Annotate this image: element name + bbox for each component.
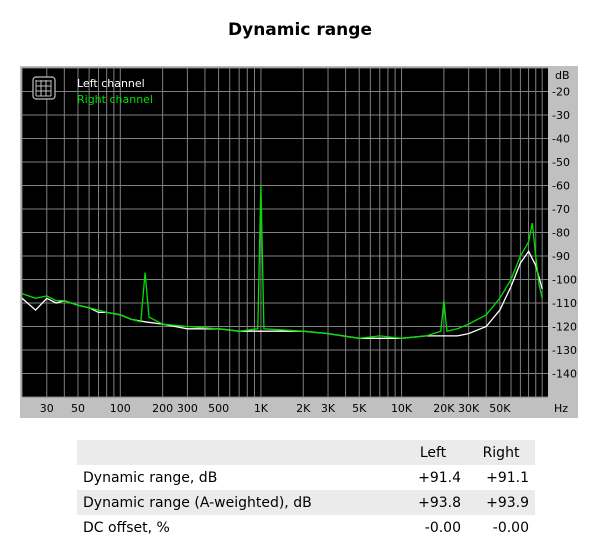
legend-grid-icon (32, 76, 56, 100)
y-axis-unit: dB (555, 69, 570, 82)
row-value-left: -0.00 (424, 519, 461, 536)
table-header-right: Right (482, 444, 520, 461)
x-tick-label: 20K (433, 402, 455, 415)
y-tick-label: -140 (552, 368, 577, 381)
x-tick-label: 30 (40, 402, 54, 415)
y-tick-label: -20 (552, 86, 570, 99)
y-tick-label: -50 (552, 156, 570, 169)
x-tick-label: 200 (152, 402, 173, 415)
y-tick-label: -30 (552, 109, 570, 122)
y-tick-label: -70 (552, 203, 570, 216)
legend-label: Right channel (77, 93, 153, 106)
x-tick-label: 50 (71, 402, 85, 415)
x-tick-label: 5K (352, 402, 367, 415)
row-value-right: -0.00 (492, 519, 529, 536)
y-tick-label: -100 (552, 274, 577, 287)
x-tick-label: 2K (296, 402, 311, 415)
x-tick-label: 50K (489, 402, 511, 415)
table-header-empty (77, 440, 399, 465)
x-tick-label: 10K (391, 402, 413, 415)
row-value-right: +93.9 (486, 494, 529, 511)
row-label: DC offset, % (83, 519, 170, 536)
row-value-left: +93.8 (418, 494, 461, 511)
y-tick-label: -40 (552, 133, 570, 146)
y-tick-label: -80 (552, 227, 570, 240)
row-value-left: +91.4 (418, 469, 461, 486)
x-axis: 30 50 100 200 300 500 1K 2K 3K 5K 10K 20K 30K 50K Hz (40, 402, 568, 415)
row-label: Dynamic range (A-weighted), dB (83, 494, 312, 511)
x-tick-label: 30K (458, 402, 480, 415)
chart-svg: Left channel Right channel dB -20 -30 -40 -50… (21, 67, 577, 415)
y-tick-label: -120 (552, 321, 577, 334)
y-tick-label: -90 (552, 250, 570, 263)
stats-table: Left Right Dynamic range, dB +91.4 +91.1… (77, 440, 535, 540)
chart-frame: Left channel Right channel dB -20 -30 -40 -50… (20, 66, 578, 418)
table-row: Dynamic range, dB +91.4 +91.1 (77, 465, 535, 490)
x-tick-label: 1K (254, 402, 269, 415)
y-tick-label: -130 (552, 344, 577, 357)
table-header-row: Left Right (77, 440, 535, 465)
x-tick-label: 500 (208, 402, 229, 415)
x-tick-label: 3K (321, 402, 336, 415)
table-header-left: Left (419, 444, 447, 461)
x-tick-label: 100 (110, 402, 131, 415)
y-tick-label: -110 (552, 297, 577, 310)
legend-label: Left channel (77, 77, 145, 90)
x-axis-unit: Hz (554, 402, 568, 415)
y-tick-label: -60 (552, 180, 570, 193)
row-label: Dynamic range, dB (83, 469, 218, 486)
chart-title: Dynamic range (228, 20, 372, 40)
x-tick-label: 300 (177, 402, 198, 415)
table-row: Dynamic range (A-weighted), dB +93.8 +93… (77, 490, 535, 515)
table-row: DC offset, % -0.00 -0.00 (77, 515, 535, 540)
row-value-right: +91.1 (486, 469, 529, 486)
y-axis: dB -20 -30 -40 -50 -60 -70 -80 -90 -100 -110 -120 -1… (552, 69, 577, 381)
